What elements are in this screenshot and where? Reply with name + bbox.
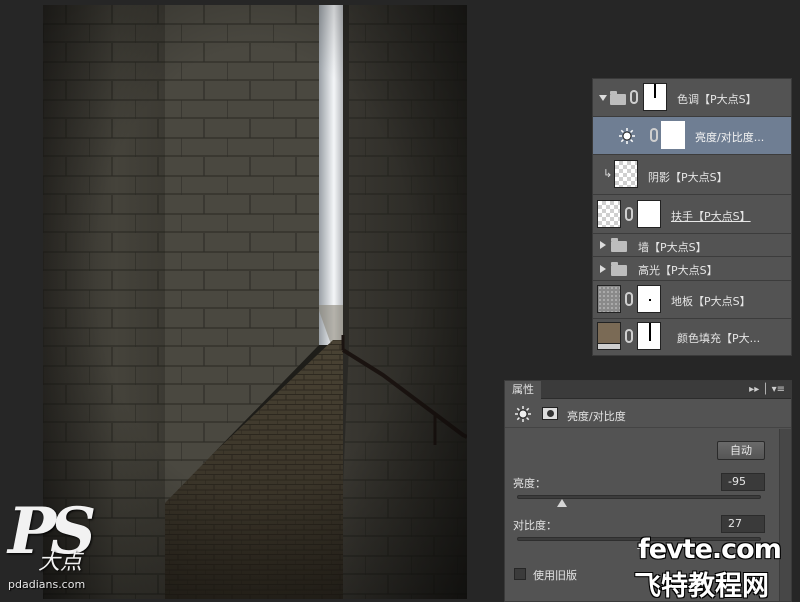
layer-row-handrail[interactable]: 扶手【P大点S】 [593,195,791,234]
expand-right-icon[interactable] [600,241,606,249]
brightness-sun-icon [619,128,635,144]
adjustment-title: 亮度/对比度 [567,410,626,423]
layer-mask-thumbnail [637,322,661,350]
ps-logo-chinese: 大点 [38,550,83,575]
fill-swatch-thumbnail [597,322,621,350]
site-watermark-name: 飞特教程网 [634,571,769,602]
panel-menu-icon[interactable]: ▸▸ │ ▾≡ [749,384,785,395]
properties-tabbar: 属性 ▸▸ │ ▾≡ [505,381,791,399]
contrast-label: 对比度： [513,519,557,532]
layer-row-brightness-contrast[interactable]: 亮度/对比度... [593,117,791,155]
brightness-label: 亮度： [513,477,546,490]
layer-row-shadow[interactable]: ↳ 阴影【P大点S】 [593,155,791,195]
layers-panel: 色调【P大点S】 亮度/对比度... ↳ 阴影【P大点S】 扶手【P大点S】 墙… [592,78,792,356]
brightness-input[interactable]: -95 [721,473,765,491]
layer-name: 色调【P大点S】 [677,93,757,106]
folder-icon [611,262,627,276]
link-chain-icon [625,292,633,306]
layer-name: 颜色填充【P大... [677,332,761,345]
layer-mask-thumbnail [661,121,685,149]
layer-row-floor[interactable]: 地板【P大点S】 [593,281,791,319]
layer-thumbnail [614,160,638,188]
clipping-arrow-icon: ↳ [603,167,613,180]
properties-header: 亮度/对比度 [505,400,791,428]
layer-mask-thumbnail [637,200,661,228]
layer-name: 亮度/对比度... [695,131,765,144]
link-chain-icon [630,90,638,104]
layer-name: 阴影【P大点S】 [648,171,728,184]
layer-row-highlight-group[interactable]: 高光【P大点S】 [593,257,791,281]
ps-logo-url: pdadians.com [8,578,86,591]
layer-name: 扶手【P大点S】 [671,210,751,223]
expand-right-icon[interactable] [600,265,606,273]
tab-properties[interactable]: 属性 [505,381,541,399]
expand-down-icon[interactable] [599,95,607,101]
mask-icon[interactable] [542,407,558,420]
legacy-label: 使用旧版 [533,569,577,582]
auto-button[interactable]: 自动 [717,441,765,460]
layer-name: 地板【P大点S】 [671,295,751,308]
legacy-checkbox[interactable] [514,568,526,580]
site-watermark: fevte.com 飞特教程网 [612,534,798,602]
brightness-slider-knob[interactable] [556,499,567,507]
layer-thumbnail [597,200,621,228]
photoshop-workspace: PS 大点 pdadians.com 色调【P大点S】 亮度/对比度... ↳ [0,0,800,602]
layer-mask-thumbnail [637,285,661,313]
layer-thumbnail [597,285,621,313]
link-chain-icon [625,207,633,221]
brightness-sun-icon [515,406,531,422]
contrast-input[interactable]: 27 [721,515,765,533]
layer-name: 墙【P大点S】 [638,241,707,254]
layer-row-wall-group[interactable]: 墙【P大点S】 [593,234,791,257]
link-chain-icon [625,329,633,343]
brightness-slider-track[interactable] [517,495,761,499]
site-watermark-domain: fevte.com [638,534,782,565]
folder-icon [610,91,626,105]
layer-row-tone-group[interactable]: 色调【P大点S】 [593,79,791,117]
folder-icon [611,238,627,252]
link-chain-icon [650,128,658,142]
ps-logo-watermark: PS 大点 pdadians.com [2,500,112,598]
layer-name: 高光【P大点S】 [638,264,718,277]
layer-row-color-fill[interactable]: 颜色填充【P大... [593,319,791,355]
layer-mask-thumbnail [643,83,667,111]
